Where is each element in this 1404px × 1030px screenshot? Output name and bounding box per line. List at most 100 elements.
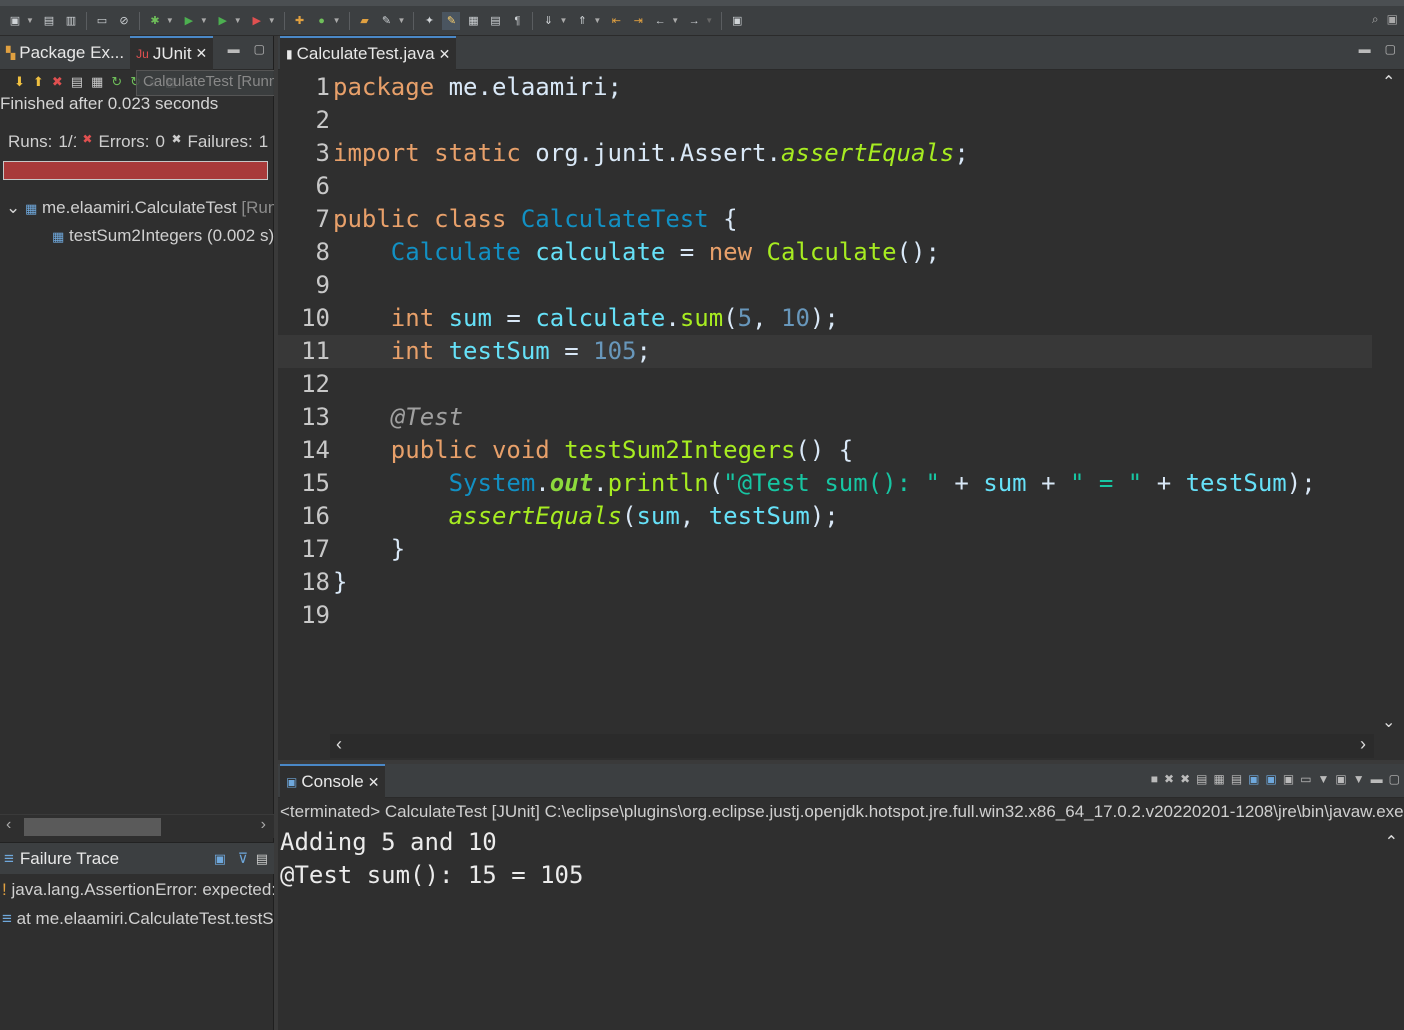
- minimize-icon[interactable]: ▬: [228, 42, 240, 56]
- close-icon[interactable]: ✕: [439, 46, 451, 63]
- pilcrow-icon[interactable]: ¶: [508, 12, 526, 30]
- external-tools-icon[interactable]: ▶: [248, 12, 266, 30]
- previous-annotation-icon[interactable]: ⇑: [573, 12, 591, 30]
- editor-vertical-scrollbar[interactable]: ⌃ ⌄: [1374, 70, 1404, 734]
- code-line[interactable]: 10 int sum = calculate.sum(5, 10);: [278, 302, 1372, 335]
- debug-dropdown-icon[interactable]: ▼: [166, 16, 174, 25]
- failure-trace-line[interactable]: ! java.lang.AssertionError: expected:<15…: [2, 880, 274, 900]
- scroll-up-icon[interactable]: ⌃: [1382, 72, 1395, 92]
- tab-junit[interactable]: Ju JUnit ✕: [130, 35, 214, 70]
- code-line[interactable]: 7 public class CalculateTest {: [278, 203, 1372, 236]
- scroll-right-icon[interactable]: ›: [261, 816, 266, 834]
- code-line[interactable]: 11 int testSum = 105;: [278, 335, 1372, 368]
- filter-icon[interactable]: ⊽: [238, 850, 248, 867]
- tab-console[interactable]: ▣ Console ✕: [280, 764, 386, 798]
- scroll-down-icon[interactable]: ⌄: [1382, 712, 1395, 732]
- code-line[interactable]: 14 public void testSum2Integers() {: [278, 434, 1372, 467]
- word-wrap-icon[interactable]: ▤: [1231, 772, 1242, 786]
- search-tool-icon[interactable]: ✎: [378, 12, 396, 30]
- back-icon[interactable]: ←: [651, 12, 669, 30]
- forward-icon[interactable]: →: [685, 12, 703, 30]
- code-line[interactable]: 17 }: [278, 533, 1372, 566]
- close-icon[interactable]: ✕: [196, 45, 208, 62]
- scroll-lock-icon[interactable]: ▦: [1213, 772, 1224, 786]
- coverage-icon[interactable]: ▶: [214, 12, 232, 30]
- next-failure-icon[interactable]: ⬇: [14, 74, 25, 90]
- editor-horizontal-scrollbar[interactable]: ‹ ›: [330, 734, 1374, 758]
- show-whitespace-icon[interactable]: ▤: [486, 12, 504, 30]
- chevron-down-icon[interactable]: ⌄: [6, 198, 20, 217]
- code-line[interactable]: 6: [278, 170, 1372, 203]
- open-console-icon[interactable]: ▣: [1335, 772, 1346, 786]
- show-failures-only-icon[interactable]: ✖: [52, 74, 63, 90]
- code-line[interactable]: 3 import static org.junit.Assert.assertEq…: [278, 137, 1372, 170]
- tree-child[interactable]: ▦ testSum2Integers (0.002 s): [52, 226, 274, 246]
- display-console-icon[interactable]: ▭: [1300, 772, 1311, 786]
- pin-console-icon[interactable]: ▣: [1283, 772, 1294, 786]
- show-on-output-icon[interactable]: ▣: [1248, 772, 1259, 786]
- block-selection-icon[interactable]: ▦: [464, 12, 482, 30]
- run-icon[interactable]: ▶: [180, 12, 198, 30]
- new-class-icon[interactable]: ●: [313, 12, 331, 30]
- back-dropdown-icon[interactable]: ▼: [671, 16, 679, 25]
- next-annotation-dropdown-icon[interactable]: ▼: [559, 16, 567, 25]
- terminate-icon[interactable]: ■: [1151, 772, 1158, 786]
- skip-breakpoints-icon[interactable]: ⊘: [115, 12, 133, 30]
- new-class-dropdown-icon[interactable]: ▼: [333, 16, 341, 25]
- display-dropdown-icon[interactable]: ▼: [1318, 772, 1330, 786]
- debug-icon[interactable]: ✱: [146, 12, 164, 30]
- code-line[interactable]: 12: [278, 368, 1372, 401]
- clear-console-icon[interactable]: ▤: [1196, 772, 1207, 786]
- scroll-left-icon[interactable]: ‹: [336, 734, 342, 755]
- compare-icon[interactable]: ▤: [256, 851, 268, 867]
- next-annotation-icon[interactable]: ⇓: [539, 12, 557, 30]
- code-line[interactable]: 19: [278, 599, 1372, 632]
- code-line[interactable]: 9: [278, 269, 1372, 302]
- new-java-project-icon[interactable]: ✚: [291, 12, 309, 30]
- remove-launch-icon[interactable]: ✖: [1164, 772, 1174, 786]
- scroll-left-icon[interactable]: ‹: [6, 816, 11, 834]
- save-icon[interactable]: ▤: [40, 12, 58, 30]
- code-line[interactable]: 13 @Test: [278, 401, 1372, 434]
- open-dropdown-icon[interactable]: ▼: [1353, 772, 1365, 786]
- left-horizontal-scrollbar[interactable]: ‹ ›: [0, 814, 274, 838]
- layout-icon[interactable]: ▦: [91, 74, 103, 90]
- open-perspective-icon[interactable]: ▣: [1387, 12, 1398, 27]
- new-icon[interactable]: ▣: [6, 12, 24, 30]
- maximize-icon[interactable]: ▢: [1389, 772, 1400, 786]
- failure-trace-line[interactable]: ≡ at me.elaamiri.CalculateTest.testSum2I…: [2, 909, 274, 929]
- code-line[interactable]: 16 assertEquals(sum, testSum);: [278, 500, 1372, 533]
- pin-editor-icon[interactable]: ▣: [728, 12, 746, 30]
- search-icon[interactable]: ⌕: [1372, 12, 1379, 27]
- forward-edit-icon[interactable]: ⇥: [629, 12, 647, 30]
- code-line[interactable]: 15 System.out.println("@Test sum(): " + …: [278, 467, 1372, 500]
- last-edit-icon[interactable]: ⇤: [607, 12, 625, 30]
- previous-annotation-dropdown-icon[interactable]: ▼: [593, 16, 601, 25]
- filter-stack-icon[interactable]: ▣: [214, 851, 226, 867]
- minimize-icon[interactable]: ▬: [1371, 772, 1383, 786]
- save-all-icon[interactable]: ▥: [62, 12, 80, 30]
- minimize-icon[interactable]: ▬: [1359, 42, 1371, 56]
- coverage-dropdown-icon[interactable]: ▼: [234, 16, 242, 25]
- toggle-mark-occurrences-icon[interactable]: ✦: [420, 12, 438, 30]
- show-on-error-icon[interactable]: ▣: [1266, 772, 1277, 786]
- code-line[interactable]: 2: [278, 104, 1372, 137]
- code-line[interactable]: 18}: [278, 566, 1372, 599]
- scroll-lock-icon[interactable]: ▤: [71, 74, 83, 90]
- scroll-right-icon[interactable]: ›: [1360, 734, 1366, 755]
- code-line[interactable]: 1 package me.elaamiri;: [278, 71, 1372, 104]
- search-dropdown-icon[interactable]: ▼: [398, 16, 406, 25]
- open-type-icon[interactable]: ▰: [356, 12, 374, 30]
- previous-failure-icon[interactable]: ⬆: [33, 74, 44, 90]
- run-dropdown-icon[interactable]: ▼: [200, 16, 208, 25]
- maximize-icon[interactable]: ▢: [254, 42, 265, 56]
- forward-dropdown-icon[interactable]: ▼: [705, 16, 713, 25]
- new-dropdown-icon[interactable]: ▼: [26, 16, 34, 25]
- tab-calculate-test[interactable]: ▮ CalculateTest.java ✕: [280, 36, 457, 70]
- rerun-icon[interactable]: ↻: [111, 74, 122, 90]
- tab-package-explorer[interactable]: ▚ Package Ex...: [0, 36, 130, 70]
- code-area[interactable]: 1 package me.elaamiri; 2 3 import static org…: [278, 70, 1372, 734]
- tree-root[interactable]: ⌄ ▦ me.elaamiri.CalculateTest [Runner: J…: [6, 198, 274, 218]
- close-icon[interactable]: ✕: [368, 774, 380, 791]
- toggle-word-wrap-icon[interactable]: ✎: [442, 11, 461, 30]
